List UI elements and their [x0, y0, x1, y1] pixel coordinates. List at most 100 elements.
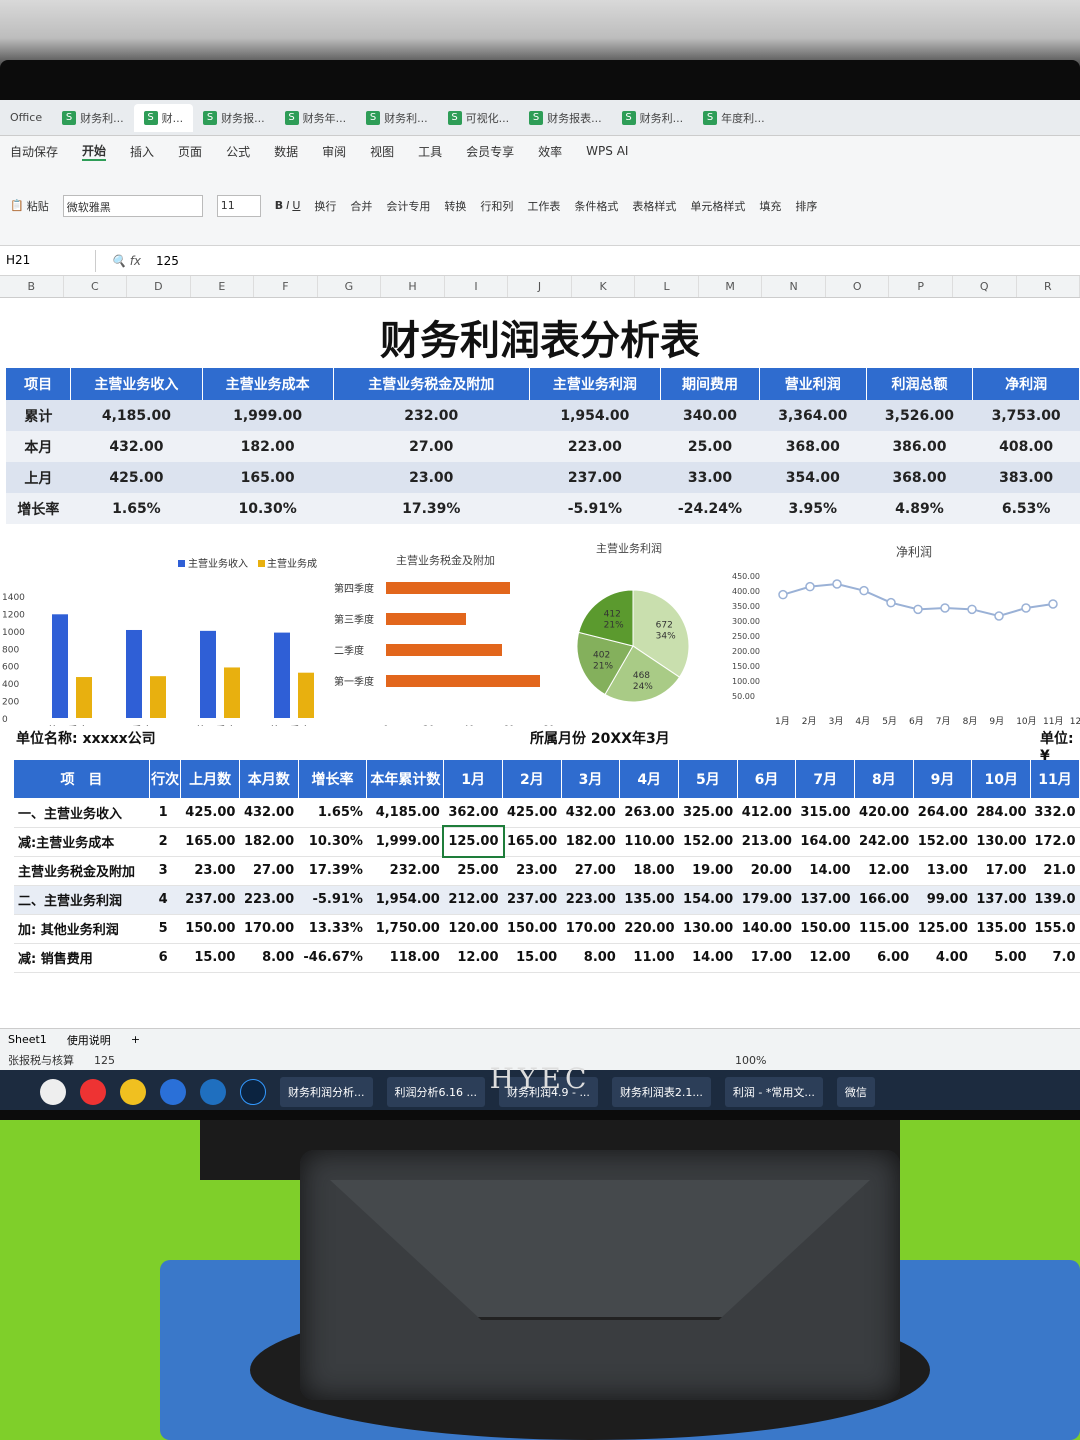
detail-cell[interactable]: 150.00 — [795, 914, 855, 944]
summary-cell[interactable]: -5.91% — [529, 493, 661, 524]
detail-cell[interactable]: 11.00 — [619, 943, 679, 973]
column-header[interactable]: L — [635, 276, 699, 297]
detail-cell[interactable]: 23.00 — [502, 856, 562, 886]
detail-cell[interactable]: 3 — [149, 856, 181, 886]
summary-cell[interactable]: 408.00 — [972, 431, 1080, 462]
summary-cell[interactable]: 182.00 — [202, 431, 334, 462]
detail-cell[interactable]: 减: 销售费用 — [14, 943, 150, 973]
detail-cell[interactable]: 130.00 — [678, 914, 738, 944]
detail-cell[interactable]: 332.0 — [1030, 798, 1080, 828]
file-tab[interactable]: S 财... — [133, 103, 194, 132]
column-header[interactable]: E — [191, 276, 255, 297]
detail-cell[interactable]: 150.00 — [502, 914, 562, 944]
cell-style-button[interactable]: 单元格样式 — [690, 198, 745, 214]
detail-cell[interactable]: 263.00 — [619, 798, 679, 828]
menu-item[interactable]: 视图 — [370, 143, 394, 160]
detail-cell[interactable]: 10.30% — [298, 827, 367, 857]
detail-cell[interactable]: 1,999.00 — [366, 827, 444, 857]
column-header[interactable]: I — [445, 276, 509, 297]
paste-button[interactable]: 📋 粘贴 — [10, 198, 49, 214]
summary-cell[interactable]: 3,364.00 — [759, 400, 867, 431]
summary-cell[interactable]: 1.65% — [70, 493, 203, 524]
summary-cell[interactable]: 6.53% — [972, 493, 1080, 524]
detail-cell[interactable]: 164.00 — [795, 827, 855, 857]
detail-cell[interactable]: 115.00 — [854, 914, 914, 944]
detail-cell[interactable]: 152.00 — [678, 827, 738, 857]
detail-cell[interactable]: 232.00 — [366, 856, 444, 886]
detail-cell[interactable]: 27.00 — [561, 856, 620, 886]
summary-cell[interactable]: 432.00 — [70, 431, 203, 462]
detail-cell[interactable]: 1,954.00 — [366, 885, 444, 915]
column-header[interactable]: F — [254, 276, 318, 297]
file-tab[interactable]: S 财务利... — [52, 104, 134, 132]
summary-cell[interactable]: 354.00 — [759, 462, 867, 493]
summary-cell[interactable]: 本月 — [6, 431, 71, 462]
number-format-select[interactable]: 会计专用 — [386, 198, 430, 214]
detail-cell[interactable]: 432.00 — [239, 798, 299, 828]
detail-cell[interactable]: 18.00 — [619, 856, 679, 886]
summary-cell[interactable]: 25.00 — [660, 431, 760, 462]
column-header[interactable]: D — [127, 276, 191, 297]
detail-cell[interactable]: 110.00 — [619, 827, 679, 857]
detail-cell[interactable]: 152.00 — [913, 827, 972, 857]
detail-cell[interactable]: 12.00 — [854, 856, 914, 886]
column-header[interactable]: B — [0, 276, 64, 297]
convert-button[interactable]: 转换 — [444, 198, 466, 214]
menu-item[interactable]: 自动保存 — [10, 143, 58, 160]
table-style-button[interactable]: 表格样式 — [632, 198, 676, 214]
detail-cell[interactable]: 220.00 — [619, 914, 679, 944]
detail-cell[interactable]: 165.00 — [502, 827, 562, 857]
column-header[interactable]: N — [762, 276, 826, 297]
summary-cell[interactable]: 340.00 — [660, 400, 760, 431]
detail-cell[interactable]: 237.00 — [502, 885, 562, 915]
summary-cell[interactable]: 3,526.00 — [866, 400, 973, 431]
font-select[interactable]: 微软雅黑 — [62, 194, 203, 217]
detail-cell[interactable]: 21.0 — [1030, 856, 1080, 886]
detail-cell[interactable]: 315.00 — [795, 798, 855, 828]
column-header[interactable]: G — [318, 276, 382, 297]
detail-cell[interactable]: 4 — [149, 885, 181, 915]
detail-cell[interactable]: 8.00 — [239, 943, 299, 973]
column-header[interactable]: P — [889, 276, 953, 297]
detail-cell[interactable]: 12.00 — [795, 943, 855, 973]
summary-cell[interactable]: 27.00 — [333, 431, 530, 462]
file-tab[interactable]: S 年度利... — [693, 104, 775, 132]
detail-cell[interactable]: 4.00 — [913, 943, 972, 973]
worksheet-button[interactable]: 工作表 — [527, 198, 560, 214]
detail-cell[interactable]: 7.0 — [1030, 943, 1080, 973]
detail-cell[interactable]: 5.00 — [971, 943, 1031, 973]
detail-cell[interactable]: 172.0 — [1030, 827, 1080, 857]
menu-item[interactable]: 会员专享 — [466, 143, 514, 160]
merge-button[interactable]: 合并 — [350, 198, 372, 214]
detail-cell[interactable]: 二、主营业务利润 — [14, 885, 150, 915]
detail-cell[interactable]: 284.00 — [971, 798, 1031, 828]
column-header[interactable]: R — [1017, 276, 1080, 297]
detail-cell[interactable]: 15.00 — [502, 943, 562, 973]
detail-cell[interactable]: -46.67% — [298, 943, 367, 973]
summary-cell[interactable]: 383.00 — [972, 462, 1080, 493]
column-header[interactable]: C — [64, 276, 128, 297]
sheet-tab[interactable]: 使用说明 — [67, 1032, 111, 1048]
detail-cell[interactable]: 432.00 — [561, 798, 620, 828]
detail-cell[interactable]: 13.00 — [913, 856, 972, 886]
detail-cell[interactable]: 17.00 — [971, 856, 1031, 886]
detail-cell[interactable]: 412.00 — [737, 798, 796, 828]
detail-cell[interactable]: 125.00 — [913, 914, 972, 944]
sort-button[interactable]: 排序 — [795, 198, 817, 214]
menu-item[interactable]: WPS AI — [586, 144, 628, 158]
detail-cell[interactable]: 264.00 — [913, 798, 972, 828]
detail-cell[interactable]: 223.00 — [561, 885, 620, 915]
detail-cell[interactable]: 137.00 — [795, 885, 855, 915]
sheet-tab[interactable]: + — [131, 1033, 140, 1046]
summary-cell[interactable]: 23.00 — [333, 462, 530, 493]
summary-cell[interactable]: 165.00 — [202, 462, 334, 493]
detail-cell[interactable]: 165.00 — [180, 827, 240, 857]
summary-cell[interactable]: 33.00 — [660, 462, 760, 493]
detail-cell[interactable]: 2 — [149, 827, 181, 857]
bold-button[interactable]: B I U — [275, 199, 301, 212]
detail-cell[interactable]: 13.33% — [298, 914, 367, 944]
detail-cell[interactable]: 6.00 — [854, 943, 914, 973]
detail-cell[interactable]: 1 — [149, 798, 181, 828]
detail-cell[interactable]: 242.00 — [854, 827, 914, 857]
menu-item[interactable]: 插入 — [130, 143, 154, 160]
